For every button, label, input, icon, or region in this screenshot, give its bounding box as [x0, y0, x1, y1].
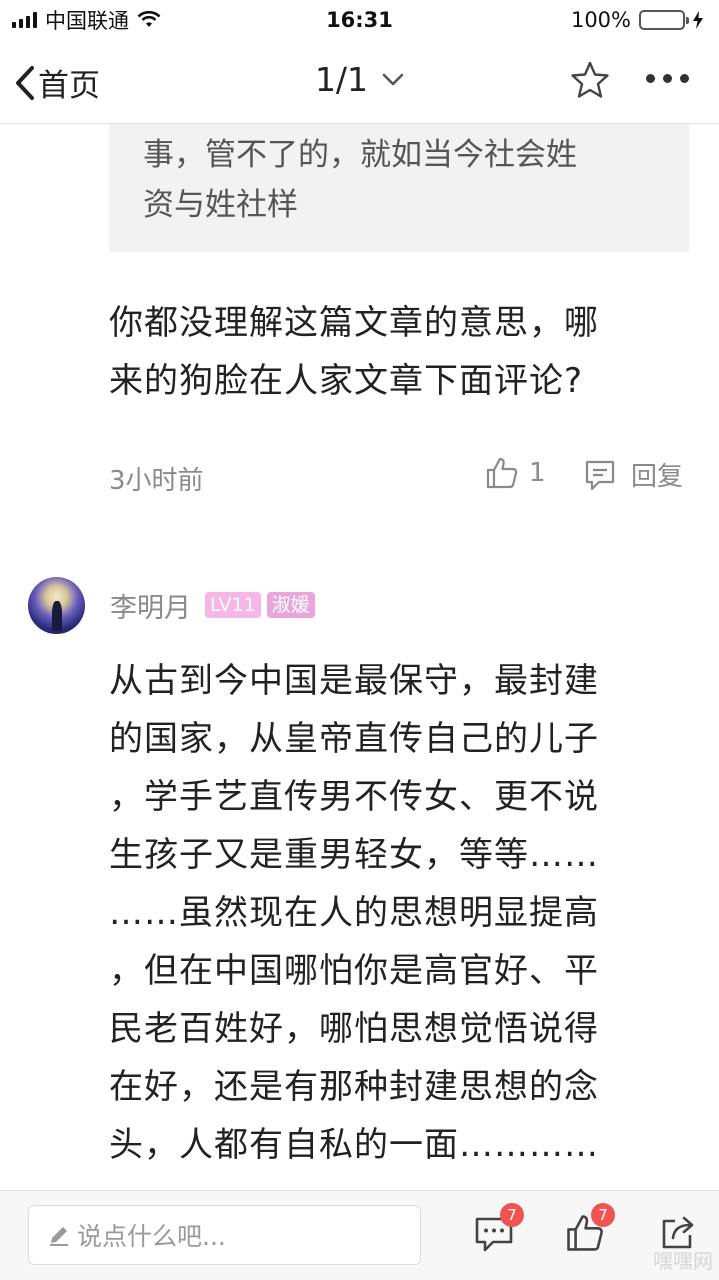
- comment-input-placeholder: 说点什么吧...: [77, 1222, 226, 1251]
- status-bar: 中国联通 16:31 100%: [0, 0, 719, 40]
- battery-percent: 100%: [570, 8, 631, 32]
- like-count: 1: [529, 458, 546, 488]
- comment-line: ，学手艺直传男不传女、更不说: [109, 777, 599, 817]
- level-badge: LV11: [205, 592, 261, 618]
- comment-author: 李明月 LV11 淑媛: [28, 576, 315, 634]
- favorite-button[interactable]: [570, 60, 610, 104]
- comment-line: ……虽然现在人的思想明显提高: [109, 893, 599, 933]
- page-indicator-text: 1/1: [314, 60, 369, 99]
- comment-line: 生孩子又是重男轻女，等等……: [109, 835, 599, 875]
- status-right: 100%: [571, 8, 703, 32]
- chevron-down-icon: [382, 73, 404, 85]
- more-dot-icon: [663, 74, 672, 83]
- comment-line: ，但在中国哪怕你是高官好、平: [109, 951, 599, 991]
- title-badge: 淑媛: [266, 592, 315, 618]
- star-icon: [571, 61, 609, 98]
- comment-line: 民老百姓好，哪怕思想觉悟说得: [109, 1009, 599, 1049]
- more-dot-icon: [680, 74, 689, 83]
- comments-button[interactable]: 7: [474, 1203, 524, 1257]
- reply-line: 来的狗脸在人家文章下面评论?: [109, 361, 584, 401]
- more-dot-icon: [646, 74, 655, 83]
- more-options-button[interactable]: [646, 74, 689, 83]
- status-left: 中国联通: [12, 5, 161, 35]
- reply-meta: 3小时前 1 回复: [109, 456, 689, 496]
- like-article-button[interactable]: 7: [565, 1203, 615, 1257]
- reply-button[interactable]: 回复: [583, 456, 683, 493]
- reply-text: 你都没理解这篇文章的意思，哪 来的狗脸在人家文章下面评论?: [109, 294, 679, 410]
- signal-icon: [12, 12, 37, 28]
- thumbs-up-icon: [486, 457, 518, 489]
- charging-icon: [693, 11, 703, 29]
- reply-timestamp: 3小时前: [109, 466, 204, 496]
- reply-line: 你都没理解这篇文章的意思，哪: [109, 303, 599, 343]
- navigation-bar: 首页 1/1: [0, 40, 719, 124]
- like-button[interactable]: 1: [485, 456, 546, 490]
- quoted-comment: 事，管不了的，就如当今社会姓 资与姓社样: [109, 124, 689, 252]
- comments-count-badge: 7: [500, 1203, 524, 1227]
- page-indicator: 1/1: [0, 60, 719, 99]
- comment-body: 从古到今中国是最保守，最封建 的国家，从皇帝直传自己的儿子 ，学手艺直传男不传女…: [109, 652, 689, 1174]
- likes-count-badge: 7: [591, 1203, 615, 1227]
- battery-icon: [639, 10, 689, 30]
- comment-line: 从古到今中国是最保守，最封建: [109, 661, 599, 701]
- pencil-icon: [50, 1227, 68, 1246]
- quoted-line: 事，管不了的，就如当今社会姓: [143, 137, 577, 173]
- comment-input[interactable]: 说点什么吧...: [28, 1205, 421, 1265]
- username[interactable]: 李明月: [110, 586, 191, 625]
- avatar[interactable]: [28, 576, 85, 634]
- reply-label: 回复: [631, 462, 684, 492]
- bottom-action-bar: 说点什么吧... 7 7 嘿嘿网: [0, 1190, 719, 1280]
- comment-icon: [585, 460, 615, 490]
- quoted-line: 资与姓社样: [143, 187, 298, 223]
- comment-line: 的国家，从皇帝直传自己的儿子: [109, 719, 599, 759]
- wifi-icon: [137, 11, 161, 27]
- comment-line: 在好，还是有那种封建思想的念: [109, 1067, 599, 1107]
- watermark: 嘿嘿网: [653, 1249, 713, 1273]
- comment-line: 头，人都有自私的一面…………: [109, 1125, 599, 1165]
- carrier-name: 中国联通: [45, 9, 129, 33]
- page-selector[interactable]: 1/1: [315, 60, 404, 99]
